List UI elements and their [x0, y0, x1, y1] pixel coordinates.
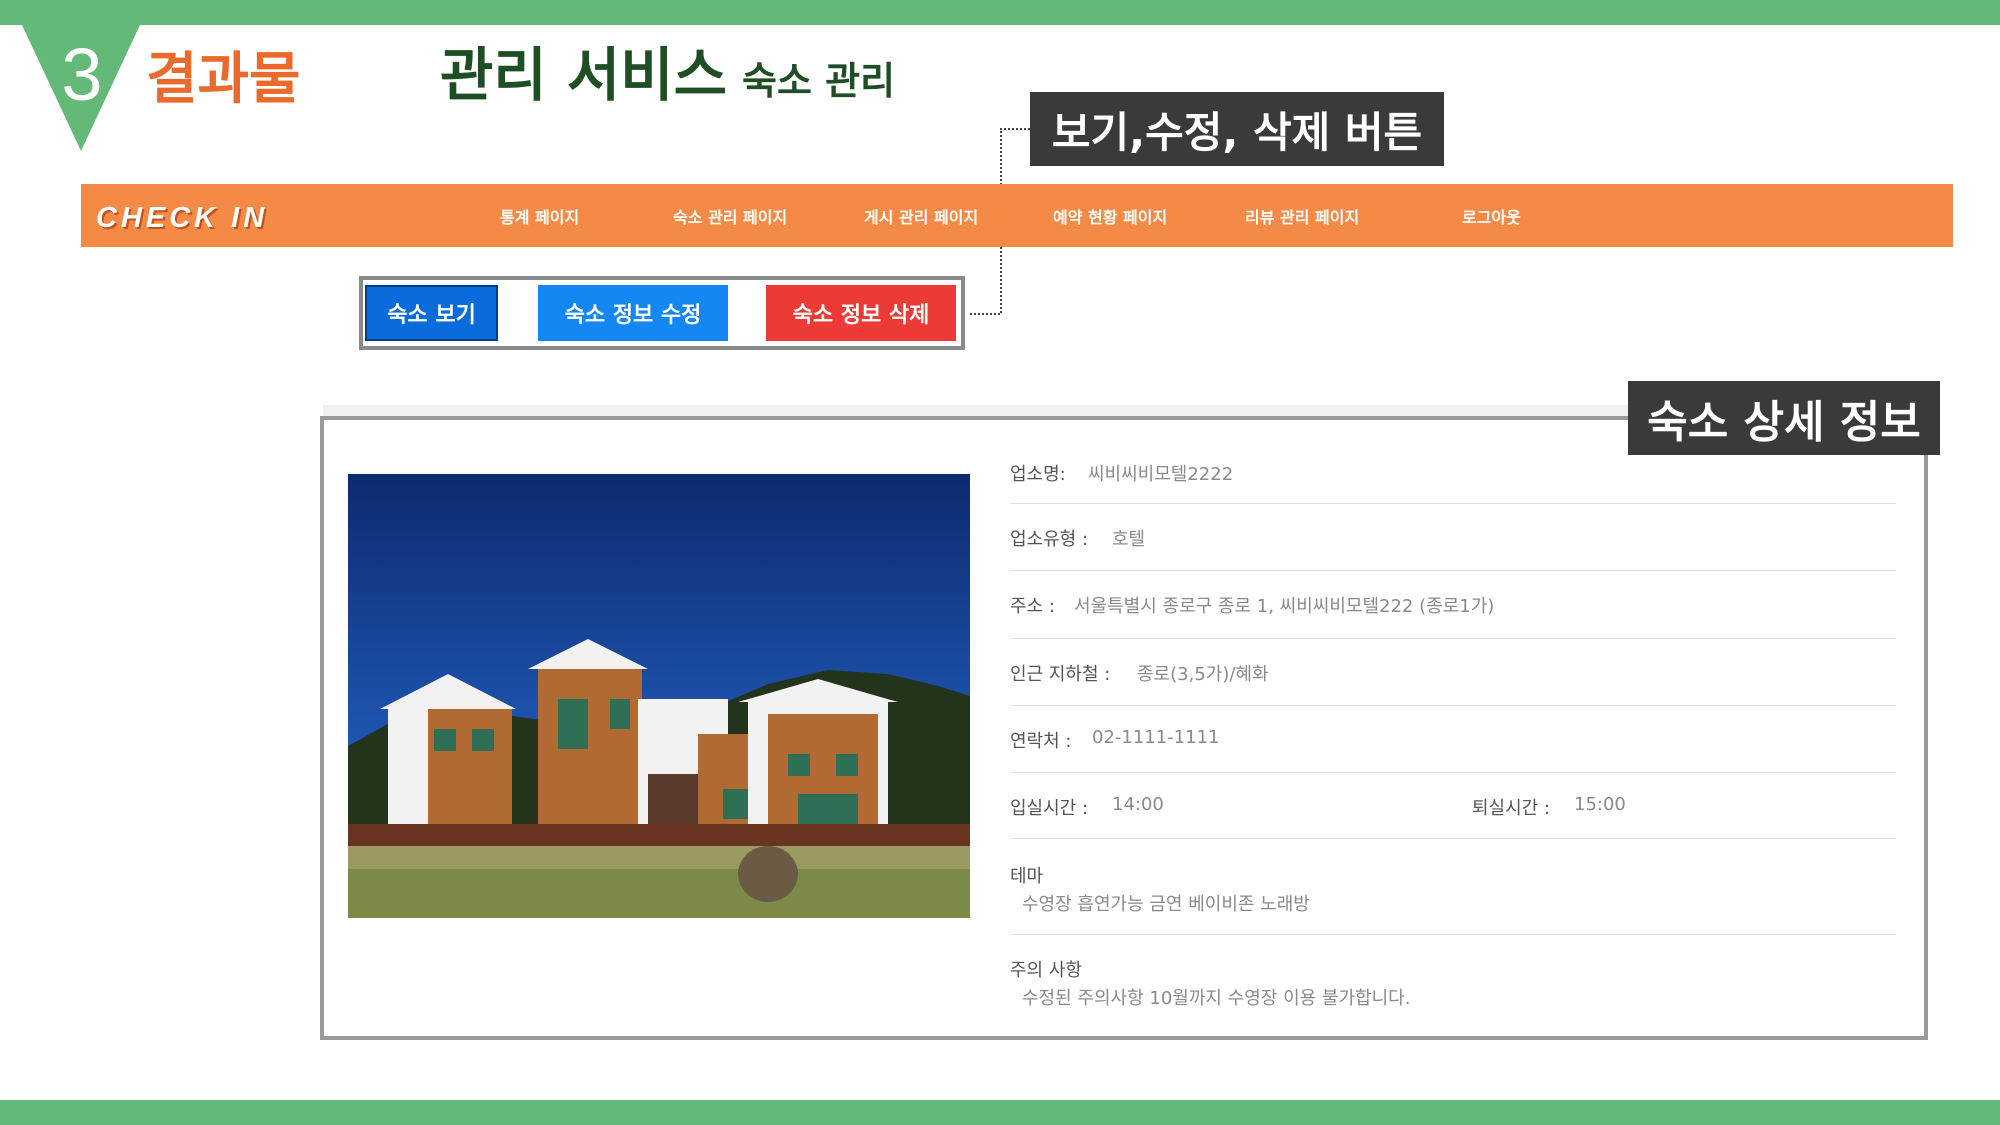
detail-row-notice: 주의 사항 수정된 주의사항 10월까지 수영장 이용 불가합니다. [1010, 934, 1896, 1014]
bottom-band [0, 1100, 2000, 1125]
detail-label: 업소유형 : [1010, 529, 1089, 550]
detail-row-hours: 입실시간 : 14:00 퇴실시간 : 15:00 [1010, 772, 1896, 839]
section-number: 3 [61, 33, 103, 116]
callout-buttons-label: 보기,수정, 삭제 버튼 [1030, 92, 1444, 166]
detail-label: 업소명: [1010, 464, 1066, 485]
nav-item-reservation[interactable]: 예약 현황 페이지 [1053, 204, 1167, 228]
detail-row-name: 업소명: 씨비씨비모텔2222 [1010, 456, 1896, 504]
view-lodging-button[interactable]: 숙소 보기 [365, 285, 498, 341]
detail-value: 14:00 [1112, 794, 1164, 815]
delete-lodging-button[interactable]: 숙소 정보 삭제 [766, 285, 956, 341]
detail-value: 수영장 흡연가능 금연 베이비존 노래방 [1022, 894, 1310, 915]
nav-bar [81, 184, 1953, 247]
slide-subtitle: 숙소 관리 [742, 59, 896, 103]
detail-value: 수정된 주의사항 10월까지 수영장 이용 불가합니다. [1022, 988, 1411, 1009]
nav-item-logout[interactable]: 로그아웃 [1462, 204, 1521, 228]
detail-row-type: 업소유형 : 호텔 [1010, 503, 1896, 571]
detail-label: 인근 지하철 : [1010, 664, 1111, 685]
detail-label: 연락처 : [1010, 731, 1072, 752]
nav-item-lodging[interactable]: 숙소 관리 페이지 [673, 204, 787, 228]
nav-item-stats[interactable]: 통계 페이지 [500, 204, 579, 228]
slide-title: 관리 서비스 [440, 41, 727, 109]
nav-item-board[interactable]: 게시 관리 페이지 [864, 204, 978, 228]
detail-value: 02-1111-1111 [1092, 727, 1220, 748]
detail-label: 주의 사항 [1010, 960, 1082, 981]
detail-row-contact: 연락처 : 02-1111-1111 [1010, 705, 1896, 773]
lodging-photo [348, 474, 970, 918]
detail-label: 주소 : [1010, 596, 1055, 617]
detail-value: 15:00 [1574, 794, 1626, 815]
detail-label: 퇴실시간 : [1472, 798, 1551, 819]
detail-value: 종로(3,5가)/혜화 [1137, 664, 1269, 685]
callout-connector [970, 313, 1000, 315]
detail-label: 입실시간 : [1010, 798, 1089, 819]
detail-value: 호텔 [1112, 529, 1146, 550]
top-band [0, 0, 2000, 25]
detail-row-address: 주소 : 서울특별시 종로구 종로 1, 씨비씨비모텔222 (종로1가) [1010, 570, 1896, 639]
detail-value: 씨비씨비모텔2222 [1088, 464, 1234, 485]
callout-connector [1000, 128, 1030, 130]
edit-lodging-button[interactable]: 숙소 정보 수정 [538, 285, 728, 341]
nav-item-review[interactable]: 리뷰 관리 페이지 [1245, 204, 1359, 228]
detail-label: 테마 [1010, 866, 1044, 887]
detail-row-theme: 테마 수영장 흡연가능 금연 베이비존 노래방 [1010, 838, 1896, 935]
detail-value: 서울특별시 종로구 종로 1, 씨비씨비모텔222 (종로1가) [1074, 596, 1495, 617]
brand-logo[interactable]: CHECK IN [96, 204, 268, 233]
section-title: 결과물 [146, 47, 301, 112]
callout-detail-label: 숙소 상세 정보 [1628, 381, 1940, 455]
detail-row-subway: 인근 지하철 : 종로(3,5가)/혜화 [1010, 638, 1896, 706]
